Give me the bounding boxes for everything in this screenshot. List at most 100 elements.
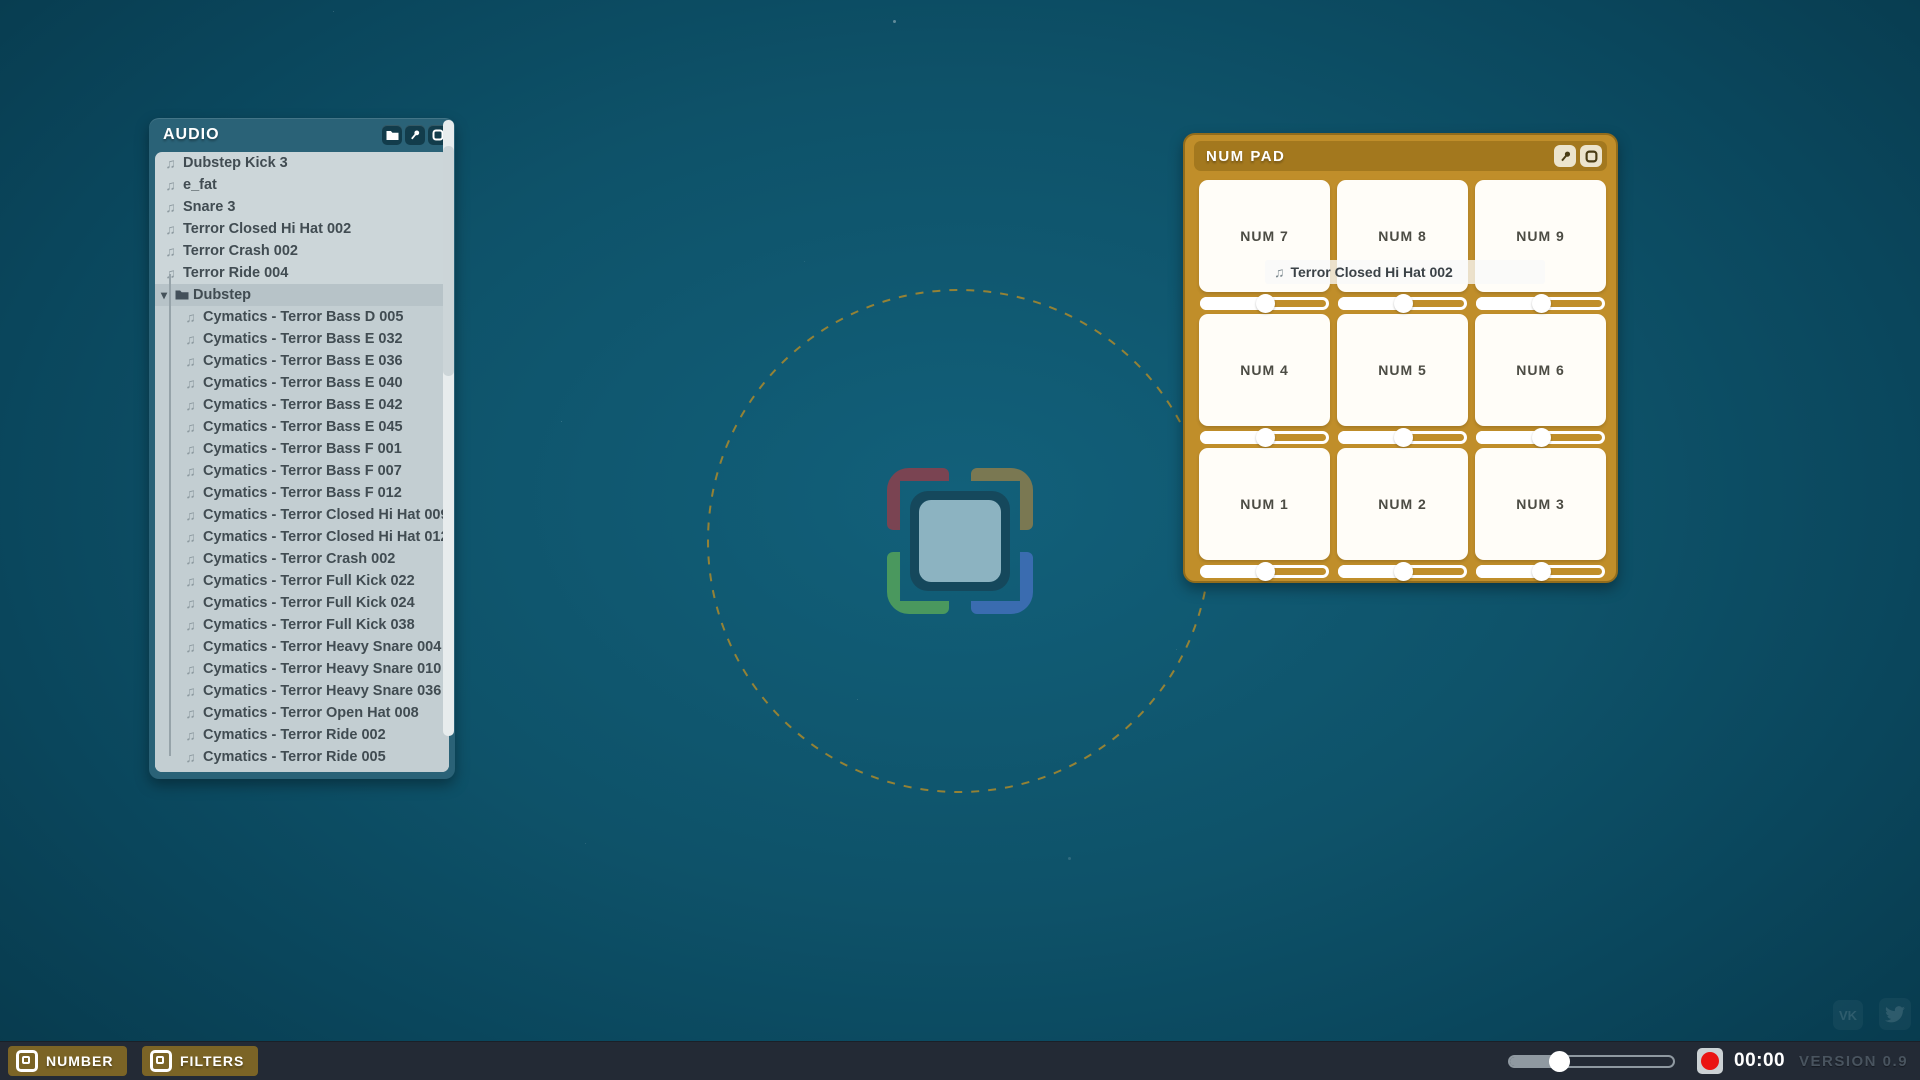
pad-volume-slider[interactable] [1475, 293, 1606, 314]
number-toggle-button[interactable]: NUMBER [8, 1046, 127, 1076]
twitter-bird-icon [1885, 1006, 1905, 1023]
audio-list-item[interactable]: ♫Cymatics - Terror Bass E 032 [155, 328, 449, 350]
pad-volume-slider[interactable] [1199, 427, 1330, 448]
music-note-icon: ♫ [182, 573, 199, 589]
audio-list-item[interactable]: ♫Terror Ride 004 [155, 262, 449, 284]
music-note-icon: ♫ [182, 441, 199, 457]
numpad-pad[interactable]: NUM 3 [1475, 448, 1606, 560]
music-note-icon: ♫ [162, 155, 179, 171]
music-note-icon: ♫ [182, 419, 199, 435]
audio-list-scrollbar[interactable] [443, 120, 454, 736]
open-folder-button[interactable] [382, 125, 402, 145]
audio-folder-row[interactable]: ▾Dubstep [155, 284, 449, 306]
pad-volume-slider[interactable] [1475, 427, 1606, 448]
numpad-pad[interactable]: NUM 6 [1475, 314, 1606, 426]
audio-list-item[interactable]: ♫Snare 3 [155, 196, 449, 218]
audio-list-item[interactable]: ♫Cymatics - Terror Heavy Snare 010 [155, 658, 449, 680]
audio-list-item[interactable]: ♫Cymatics - Terror White Noise D [155, 768, 449, 772]
slider-knob[interactable] [1256, 562, 1275, 581]
audio-list-item[interactable]: ♫Cymatics - Terror Open Hat 008 [155, 702, 449, 724]
record-button[interactable] [1697, 1048, 1723, 1074]
numpad-pad[interactable]: NUM 2 [1337, 448, 1468, 560]
audio-panel: AUDIO ♫Dubstep Kick 3♫e_fat♫Snare 3♫Terr… [149, 118, 455, 779]
slider-knob[interactable] [1532, 562, 1551, 581]
audio-list-item[interactable]: ♫Cymatics - Terror Bass E 040 [155, 372, 449, 394]
music-note-icon: ♫ [182, 353, 199, 369]
slider-knob[interactable] [1532, 294, 1551, 313]
pad-label: NUM 2 [1378, 496, 1427, 512]
pad-volume-slider[interactable] [1337, 427, 1468, 448]
slider-knob[interactable] [1532, 428, 1551, 447]
sample-name: Cymatics - Terror Closed Hi Hat 009 [203, 507, 449, 523]
audio-list-item[interactable]: ♫Cymatics - Terror Closed Hi Hat 012 [155, 526, 449, 548]
master-volume-slider[interactable] [1508, 1055, 1675, 1068]
numpad-cell: NUM 7 [1199, 180, 1330, 314]
audio-list-item[interactable]: ♫Cymatics - Terror Full Kick 024 [155, 592, 449, 614]
music-note-icon: ♫ [1274, 264, 1285, 280]
sample-name: Cymatics - Terror Heavy Snare 036 [203, 683, 441, 699]
sample-name: Cymatics - Terror Closed Hi Hat 012 [203, 529, 449, 545]
audio-panel-header[interactable]: AUDIO [149, 118, 455, 152]
audio-list-item[interactable]: ♫Cymatics - Terror Ride 002 [155, 724, 449, 746]
pin-icon [1559, 150, 1572, 163]
filters-button-label: FILTERS [180, 1053, 244, 1069]
pad-label: NUM 4 [1240, 362, 1289, 378]
filters-toggle-button[interactable]: FILTERS [142, 1046, 258, 1076]
numpad-pad[interactable]: NUM 5 [1337, 314, 1468, 426]
music-note-icon: ♫ [182, 683, 199, 699]
music-note-icon: ♫ [162, 199, 179, 215]
audio-list-item[interactable]: ♫Cymatics - Terror Bass F 007 [155, 460, 449, 482]
numpad-pad[interactable]: NUM 1 [1199, 448, 1330, 560]
slider-fill [1476, 431, 1541, 444]
audio-list-item[interactable]: ♫Cymatics - Terror Bass D 005 [155, 306, 449, 328]
record-time: 00:00 [1734, 1050, 1785, 1072]
audio-list-item[interactable]: ♫Cymatics - Terror Bass E 036 [155, 350, 449, 372]
music-note-icon: ♫ [182, 507, 199, 523]
audio-list-item[interactable]: ♫Cymatics - Terror Crash 002 [155, 548, 449, 570]
numpad-panel-header[interactable]: NUM PAD [1194, 141, 1607, 171]
pad-volume-slider[interactable] [1199, 293, 1330, 314]
audio-list-item[interactable]: ♫e_fat [155, 174, 449, 196]
slider-knob[interactable] [1394, 294, 1413, 313]
pad-volume-slider[interactable] [1337, 561, 1468, 582]
numpad-pad[interactable]: NUM 4 [1199, 314, 1330, 426]
slider-knob[interactable] [1256, 428, 1275, 447]
scrollbar-thumb[interactable] [443, 146, 454, 376]
audio-list-item[interactable]: ♫Terror Crash 002 [155, 240, 449, 262]
audio-list-item[interactable]: ♫Cymatics - Terror Bass F 012 [155, 482, 449, 504]
audio-list-item[interactable]: ♫Cymatics - Terror Bass E 042 [155, 394, 449, 416]
audio-list-item[interactable]: ♫Terror Closed Hi Hat 002 [155, 218, 449, 240]
slider-knob[interactable] [1394, 562, 1413, 581]
audio-list-item[interactable]: ♫Cymatics - Terror Heavy Snare 004 [155, 636, 449, 658]
audio-list-item[interactable]: ♫Cymatics - Terror Full Kick 022 [155, 570, 449, 592]
audio-list-item[interactable]: ♫Cymatics - Terror Bass E 045 [155, 416, 449, 438]
caret-down-icon[interactable]: ▾ [161, 288, 173, 302]
music-note-icon: ♫ [182, 771, 199, 772]
pad-label: NUM 9 [1516, 228, 1565, 244]
slider-knob[interactable] [1256, 294, 1275, 313]
music-note-icon: ♫ [162, 243, 179, 259]
pin-panel-button[interactable] [1554, 145, 1576, 167]
audio-list[interactable]: ♫Dubstep Kick 3♫e_fat♫Snare 3♫Terror Clo… [155, 152, 449, 772]
pin-panel-button[interactable] [405, 125, 425, 145]
music-note-icon: ♫ [182, 595, 199, 611]
audio-list-item[interactable]: ♫Dubstep Kick 3 [155, 152, 449, 174]
vk-icon[interactable]: VK [1833, 1000, 1863, 1030]
audio-list-item[interactable]: ♫Cymatics - Terror Bass F 001 [155, 438, 449, 460]
audio-list-item[interactable]: ♫Cymatics - Terror Full Kick 038 [155, 614, 449, 636]
collapse-panel-button[interactable] [1580, 145, 1602, 167]
slider-fill [1338, 431, 1403, 444]
audio-list-item[interactable]: ♫Cymatics - Terror Ride 005 [155, 746, 449, 768]
twitter-icon[interactable] [1879, 998, 1911, 1030]
slider-knob[interactable] [1394, 428, 1413, 447]
pad-volume-slider[interactable] [1199, 561, 1330, 582]
sample-name: Cymatics - Terror Full Kick 022 [203, 573, 415, 589]
sample-name: Terror Ride 004 [183, 265, 288, 281]
audio-list-item[interactable]: ♫Cymatics - Terror Closed Hi Hat 009 [155, 504, 449, 526]
sample-name: Cymatics - Terror Heavy Snare 004 [203, 639, 441, 655]
pad-volume-slider[interactable] [1337, 293, 1468, 314]
drag-ghost-label: Terror Closed Hi Hat 002 [1291, 264, 1453, 280]
audio-list-item[interactable]: ♫Cymatics - Terror Heavy Snare 036 [155, 680, 449, 702]
pad-volume-slider[interactable] [1475, 561, 1606, 582]
slider-knob[interactable] [1549, 1051, 1570, 1072]
